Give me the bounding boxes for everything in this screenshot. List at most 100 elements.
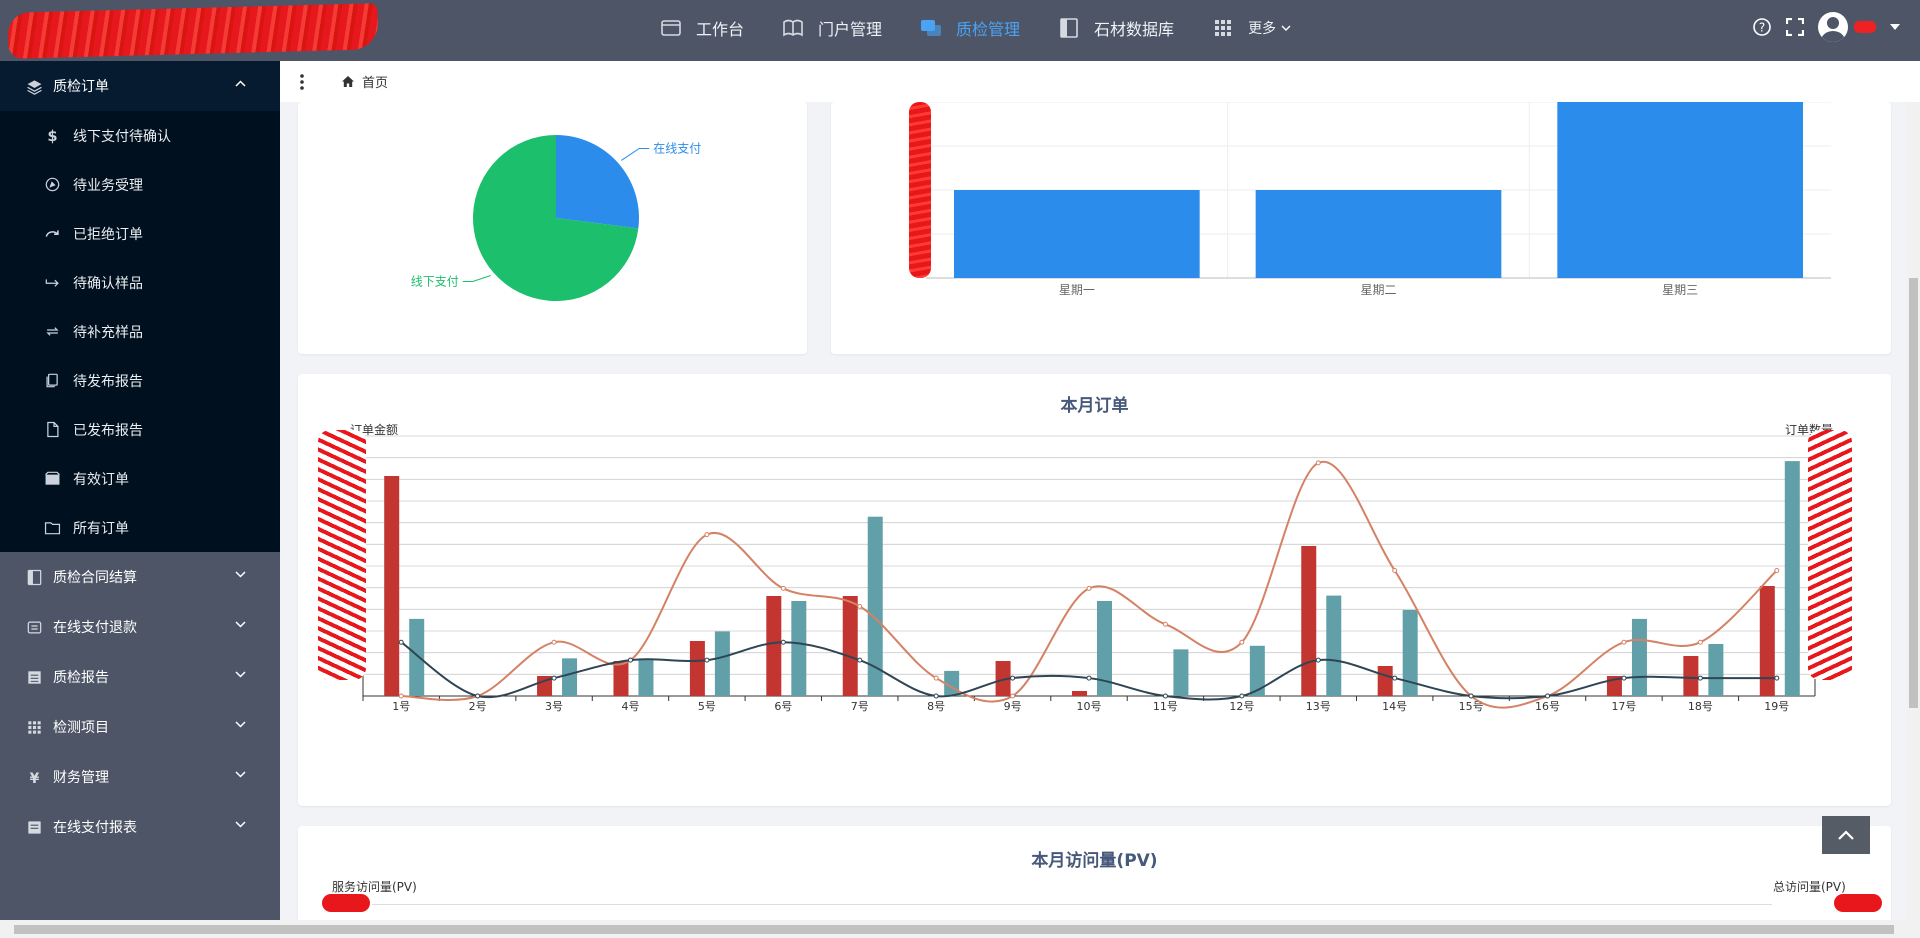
bar — [1255, 190, 1502, 278]
user-tools: ? — [1738, 12, 1900, 42]
pv-chart-title: 本月访问量(PV) — [1031, 851, 1158, 871]
x-tick-label: 星期一 — [1059, 283, 1095, 297]
bar — [1759, 586, 1775, 696]
chevron-down-icon — [235, 821, 246, 828]
sidebar-group-qc-orders[interactable]: 质检订单 — [0, 61, 280, 111]
breadcrumb[interactable]: 首页 — [342, 72, 388, 91]
pv-grid-line — [372, 904, 1772, 905]
sidebar-item-1[interactable]: 待业务受理 — [0, 160, 280, 209]
line-point — [1621, 639, 1627, 645]
username-redacted[interactable] — [1854, 21, 1876, 33]
sidebar-item-3[interactable]: 待确认样品 — [0, 258, 280, 307]
layers-icon — [27, 79, 42, 95]
more-vertical-icon[interactable] — [300, 74, 304, 94]
sidebar-item-8[interactable]: 所有订单 — [0, 503, 280, 552]
sidebar-group-label: 在线支付退款 — [53, 620, 137, 636]
report-icon — [28, 820, 41, 834]
sidebar-item-4[interactable]: 待补充样品 — [0, 307, 280, 356]
pie-label-line — [620, 147, 650, 161]
line-point — [1621, 675, 1627, 681]
sidebar-item-7[interactable]: 有效订单 — [0, 454, 280, 503]
line-point — [1086, 585, 1092, 591]
redaction-mark — [322, 894, 370, 912]
line-point — [857, 603, 863, 609]
chevron-up-icon — [235, 80, 246, 87]
payment-pie-card: 在线支付 线下支付 — [298, 102, 807, 354]
x-tick-label: 2号 — [469, 700, 487, 713]
nav-item-4[interactable]: 更多 — [1212, 17, 1305, 39]
breadcrumb-home[interactable]: 首页 — [362, 72, 388, 91]
dollar-icon: $ — [47, 128, 57, 144]
sidebar-group-2[interactable]: 质检报告 — [0, 652, 280, 702]
sidebar-item-6[interactable]: 已发布报告 — [0, 405, 280, 454]
redaction-mark — [909, 102, 931, 278]
line-point — [780, 639, 786, 645]
file-icon — [47, 421, 59, 438]
folder-icon — [44, 522, 61, 535]
line-point — [398, 693, 404, 699]
sidebar-group-1[interactable]: 在线支付退款 — [0, 602, 280, 652]
chevron-down-icon — [235, 621, 246, 628]
copy-icon — [46, 373, 58, 388]
nav-item-label: 质检管理 — [956, 19, 1021, 39]
bar — [1683, 656, 1699, 696]
nav-item-1[interactable]: 门户管理 — [782, 16, 882, 40]
horizontal-scrollbar[interactable] — [0, 920, 1920, 938]
sidebar-group-0[interactable]: 质检合同结算 — [0, 552, 280, 602]
bar — [409, 618, 425, 696]
nav-item-0[interactable]: 工作台 — [660, 16, 744, 40]
sidebar-group-5[interactable]: 在线支付报表 — [0, 802, 280, 852]
x-tick-label: 6号 — [774, 700, 792, 713]
sidebar-item-2[interactable]: 已拒绝订单 — [0, 209, 280, 258]
bar — [689, 641, 705, 696]
line-point — [551, 675, 557, 681]
sidebar-item-0[interactable]: $ 线下支付待确认 — [0, 111, 280, 160]
bar — [638, 660, 654, 696]
top-navigation-bar: 工作台 门户管理 质检管理 石材数据库 更多 ? — [0, 0, 1920, 61]
vertical-scrollbar[interactable] — [1907, 102, 1920, 920]
bar — [1557, 102, 1803, 278]
home-icon — [342, 76, 354, 87]
line-point — [780, 585, 786, 591]
sidebar-group-4[interactable]: ¥ 财务管理 — [0, 752, 280, 802]
x-tick-label: 星期三 — [1662, 283, 1698, 297]
sidebar-item-label: 待发布报告 — [73, 373, 143, 390]
line-point — [1010, 693, 1016, 699]
chat-bubbles-icon — [921, 19, 942, 36]
swap-icon — [46, 327, 59, 336]
app-logo[interactable] — [7, 3, 379, 59]
redaction-mark — [1834, 894, 1882, 912]
bar — [1631, 618, 1647, 696]
pv-y-axis-right-label: 总访问量(PV) — [1773, 880, 1846, 894]
bar — [714, 631, 730, 696]
grid-icon — [28, 720, 41, 734]
x-tick-label: 18号 — [1688, 700, 1713, 713]
bar — [842, 596, 858, 696]
help-icon[interactable]: ? — [1752, 17, 1772, 37]
nav-item-2[interactable]: 质检管理 — [920, 16, 1020, 40]
yen-icon: ¥ — [30, 770, 40, 785]
sidebar-group-3[interactable]: 检测项目 — [0, 702, 280, 752]
line-point — [1774, 567, 1780, 573]
redaction-mark-right — [1808, 430, 1852, 680]
line-point — [1392, 675, 1398, 681]
back-to-top-button[interactable] — [1822, 816, 1870, 854]
x-tick-label: 7号 — [851, 700, 869, 713]
sidebar-item-5[interactable]: 待发布报告 — [0, 356, 280, 405]
sidebar-item-label: 待补充样品 — [73, 324, 143, 341]
caret-down-icon[interactable] — [1890, 24, 1900, 30]
fullscreen-icon[interactable] — [1786, 18, 1804, 36]
line-point — [1162, 621, 1168, 627]
bar — [1249, 645, 1265, 696]
monthly-orders-card: 本月订单 订单金额 订单数量 1号 2号 3号 4号 5号 6号 7号 8号 9号 10号 11号 1… — [298, 374, 1891, 806]
x-tick-label: 17号 — [1611, 700, 1636, 713]
line-point — [1010, 675, 1016, 681]
book-open-icon — [783, 19, 803, 36]
bar — [1301, 546, 1317, 696]
sidebar-submenu: $ 线下支付待确认 待业务受理 已拒绝订单 待确认样品待补充样品待发布报告已发布报告 有效… — [0, 111, 280, 552]
bar — [1072, 691, 1087, 696]
user-avatar[interactable] — [1818, 12, 1848, 42]
sidebar-group-label: 检测项目 — [53, 720, 109, 736]
nav-item-3[interactable]: 石材数据库 — [1058, 16, 1174, 40]
line-point — [1697, 639, 1703, 645]
